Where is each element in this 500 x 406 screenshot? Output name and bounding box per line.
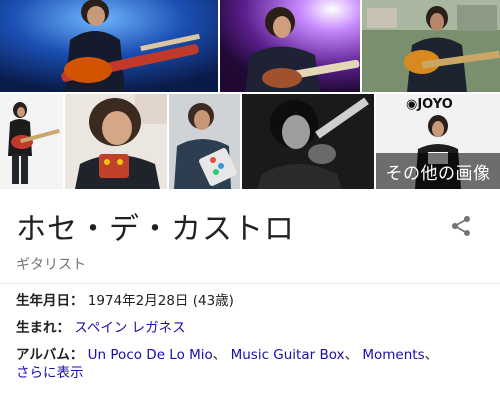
share-button[interactable] — [449, 214, 473, 238]
fact-born-label: 生年月日： — [16, 293, 84, 309]
fact-birthplace-label: 生まれ： — [16, 320, 70, 336]
more-images-label: その他の画像 — [385, 163, 491, 184]
album-separator: 、 — [424, 347, 439, 363]
entity-subtitle: ギタリスト — [16, 257, 86, 273]
joyo-logo: ◉JOYO — [406, 97, 453, 112]
facts-list: 生年月日： 1974年2月28日 (43歳) 生まれ： スペイン レガネス アル… — [16, 292, 486, 391]
fact-birthplace-link[interactable]: スペイン レガネス — [74, 320, 185, 336]
entity-title: ホセ・デ・カストロ — [16, 212, 295, 247]
photo-bw-portrait[interactable] — [242, 94, 374, 189]
photo-concert-purple[interactable] — [220, 0, 360, 92]
share-icon — [452, 216, 470, 236]
photo-outdoor-guitar[interactable] — [362, 0, 500, 92]
fact-born-value: 1974年2月28日 (43歳) — [87, 293, 234, 309]
album-link[interactable]: Moments — [362, 347, 424, 363]
more-images-overlay[interactable]: その他の画像 — [376, 153, 500, 189]
photo-pedalboard[interactable] — [169, 94, 240, 189]
album-separator: 、 — [344, 347, 359, 363]
divider — [0, 283, 500, 284]
fact-albums: アルバム： Un Poco De Lo Mio、 Music Guitar Bo… — [16, 346, 486, 364]
album-separator: 、 — [212, 347, 227, 363]
album-link[interactable]: Music Guitar Box — [231, 347, 345, 363]
entity-header: ホセ・デ・カストロ ギタリスト — [16, 204, 295, 274]
fact-birthplace: 生まれ： スペイン レガネス — [16, 319, 486, 337]
image-strip: ◉JOYO その他の画像 — [0, 0, 500, 189]
fact-born: 生年月日： 1974年2月28日 (43歳) — [16, 292, 486, 310]
photo-concert-blue[interactable] — [0, 0, 218, 92]
albums-more-link[interactable]: さらに表示 — [16, 365, 84, 381]
photo-holding-pedal[interactable] — [65, 94, 167, 189]
photo-more-images[interactable]: ◉JOYO その他の画像 — [376, 94, 500, 189]
photo-standing[interactable] — [0, 94, 63, 189]
fact-albums-label: アルバム： — [16, 347, 84, 363]
album-link[interactable]: Un Poco De Lo Mio — [88, 347, 213, 363]
albums-more-row: さらに表示 — [16, 364, 486, 382]
